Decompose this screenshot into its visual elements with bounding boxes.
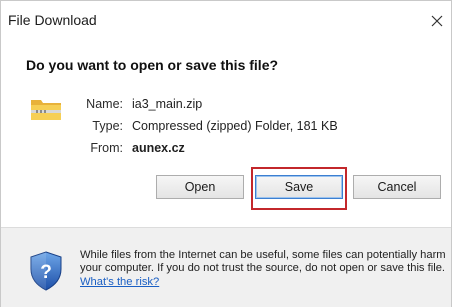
name-label: Name:: [86, 97, 123, 111]
folder-zip-icon: [31, 100, 61, 120]
file-source-value: aunex.cz: [132, 141, 185, 155]
close-icon: [431, 15, 443, 27]
title-bar: File Download: [1, 1, 451, 39]
file-download-dialog: File Download Do you want to open or sav…: [0, 0, 452, 307]
file-type-value: Compressed (zipped) Folder, 181 KB: [132, 119, 338, 133]
dialog-title: File Download: [8, 12, 97, 28]
close-button[interactable]: [423, 6, 451, 36]
whats-the-risk-link[interactable]: What's the risk?: [80, 276, 159, 288]
shield-question-icon: ?: [30, 251, 62, 291]
security-warning: While files from the Internet can be use…: [80, 249, 450, 289]
from-label: From:: [90, 141, 123, 155]
cancel-button[interactable]: Cancel: [353, 175, 441, 199]
svg-text:?: ?: [40, 262, 52, 283]
file-name-value: ia3_main.zip: [132, 97, 203, 111]
dialog-question: Do you want to open or save this file?: [26, 57, 279, 73]
open-button[interactable]: Open: [156, 175, 244, 199]
type-label: Type:: [92, 119, 123, 133]
save-highlight-box: [251, 167, 347, 210]
warning-text: While files from the Internet can be use…: [80, 249, 446, 275]
